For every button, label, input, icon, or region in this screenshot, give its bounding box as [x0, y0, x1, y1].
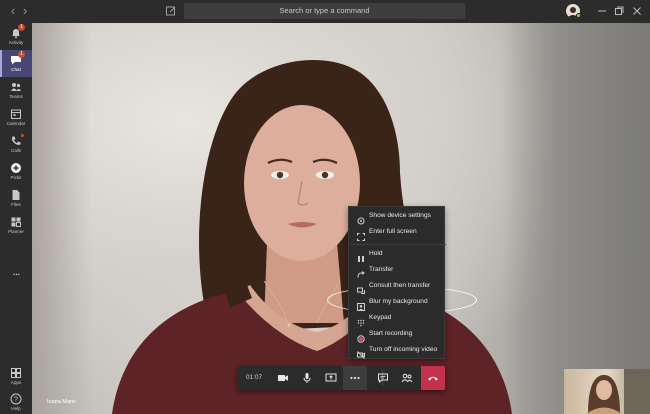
video-camera-icon: [278, 375, 288, 381]
menu-item-turn-off-incoming-video[interactable]: Turn off incoming video: [349, 342, 446, 359]
video-off-icon: [357, 346, 365, 359]
rail-item-label: Files: [11, 202, 21, 207]
menu-item-label: Consult then transfer: [369, 282, 431, 289]
rail-item-label: Teams: [9, 94, 23, 99]
teams-icon: [10, 80, 22, 92]
video-stage: Ioana Marin: [32, 23, 650, 414]
participant-video: [112, 59, 512, 414]
rail-item-planner[interactable]: Planner: [0, 212, 32, 239]
help-icon: ?: [10, 392, 22, 405]
rail-item-teams[interactable]: Teams: [0, 77, 32, 104]
rail-item-label: Pickit: [10, 175, 22, 180]
hang-up-icon: [428, 376, 438, 381]
app-rail: 1 Activity 1 Chat Teams Calendar Calls P…: [0, 23, 32, 414]
rail-item-chat[interactable]: 1 Chat: [0, 50, 32, 77]
files-icon: [10, 188, 22, 200]
menu-item-label: Hold: [369, 250, 383, 257]
menu-item-hold[interactable]: Hold: [349, 246, 446, 262]
more-actions-menu: Show device settings Enter full screen H…: [348, 206, 446, 359]
forward-arrow-icon[interactable]: ›: [18, 4, 32, 18]
rail-item-activity[interactable]: 1 Activity: [0, 23, 32, 50]
camera-button[interactable]: [271, 366, 295, 390]
planner-icon: [10, 215, 22, 227]
keypad-icon: [357, 314, 365, 327]
teams-window: ‹ › Search or type a command 1 Activity: [0, 0, 650, 414]
blur-background-icon: [357, 298, 365, 311]
microphone-button[interactable]: [295, 366, 319, 390]
search-input[interactable]: Search or type a command: [184, 3, 465, 19]
svg-text:?: ?: [14, 397, 18, 404]
menu-item-enter-full-screen[interactable]: Enter full screen: [349, 224, 446, 241]
chat-badge: 1: [18, 51, 25, 58]
rail-item-label: Chat: [11, 67, 21, 72]
show-participants-button[interactable]: [395, 366, 419, 390]
menu-item-show-device-settings[interactable]: Show device settings: [349, 208, 446, 225]
rail-item-label: Calls: [10, 148, 22, 153]
call-timer: 01:07: [245, 374, 263, 381]
rail-item-apps[interactable]: Apps: [0, 363, 32, 390]
menu-item-keypad[interactable]: Keypad: [349, 310, 446, 327]
rail-item-label: Help: [11, 406, 21, 411]
menu-item-label: Show device settings: [369, 212, 431, 219]
call-controls: 01:07: [237, 366, 445, 390]
menu-item-transfer[interactable]: Transfer: [349, 262, 446, 278]
menu-item-label: Turn off incoming video: [369, 346, 438, 353]
presence-status-icon: [576, 13, 581, 18]
gear-icon: [357, 212, 365, 225]
rail-item-label: Calendar: [6, 121, 26, 126]
calls-notification-dot: [21, 134, 24, 137]
menu-item-label: Keypad: [369, 314, 392, 321]
more-apps-icon[interactable]: ...: [8, 265, 24, 277]
more-actions-button[interactable]: [343, 366, 367, 390]
menu-item-label: Enter full screen: [369, 228, 417, 235]
menu-item-label: Blur my background: [369, 298, 428, 305]
rail-item-files[interactable]: Files: [0, 185, 32, 212]
record-icon: [357, 330, 365, 343]
menu-item-blur-my-background[interactable]: Blur my background: [349, 294, 446, 311]
conversation-icon: [378, 373, 388, 384]
rail-item-help[interactable]: ? Help: [0, 389, 32, 414]
participant-name: Ioana Marin: [47, 399, 77, 405]
transfer-icon: [357, 266, 365, 278]
rail-item-calendar[interactable]: Calendar: [0, 104, 32, 131]
rail-item-label: Activity: [8, 40, 24, 45]
close-icon[interactable]: [630, 4, 644, 18]
apps-icon: [10, 366, 22, 378]
calendar-icon: [10, 107, 22, 119]
fullscreen-icon: [357, 228, 365, 241]
participants-icon: [401, 373, 413, 383]
title-bar: ‹ › Search or type a command: [0, 0, 650, 23]
activity-badge: 1: [18, 24, 25, 31]
menu-item-label: Transfer: [369, 266, 394, 273]
self-view-video[interactable]: [564, 369, 650, 414]
microphone-icon: [303, 373, 311, 383]
share-screen-icon: [325, 373, 337, 382]
compose-icon[interactable]: [164, 4, 178, 18]
menu-item-start-recording[interactable]: Start recording: [349, 326, 446, 343]
rail-item-calls[interactable]: Calls: [0, 131, 32, 158]
menu-divider: [349, 244, 446, 245]
pickit-icon: [10, 161, 22, 173]
hang-up-button[interactable]: [421, 366, 445, 390]
menu-item-label: Start recording: [369, 330, 413, 337]
show-conversation-button[interactable]: [371, 366, 395, 390]
hold-icon: [357, 250, 365, 262]
share-screen-button[interactable]: [319, 366, 343, 390]
rail-item-pickit[interactable]: Pickit: [0, 158, 32, 185]
rail-item-label: Planner: [8, 229, 24, 234]
minimize-icon[interactable]: [595, 4, 609, 18]
restore-icon[interactable]: [612, 4, 626, 18]
consult-transfer-icon: [357, 282, 365, 294]
rail-item-label: Apps: [10, 380, 22, 385]
menu-item-consult-then-transfer[interactable]: Consult then transfer: [349, 278, 446, 294]
more-icon: [350, 376, 360, 380]
